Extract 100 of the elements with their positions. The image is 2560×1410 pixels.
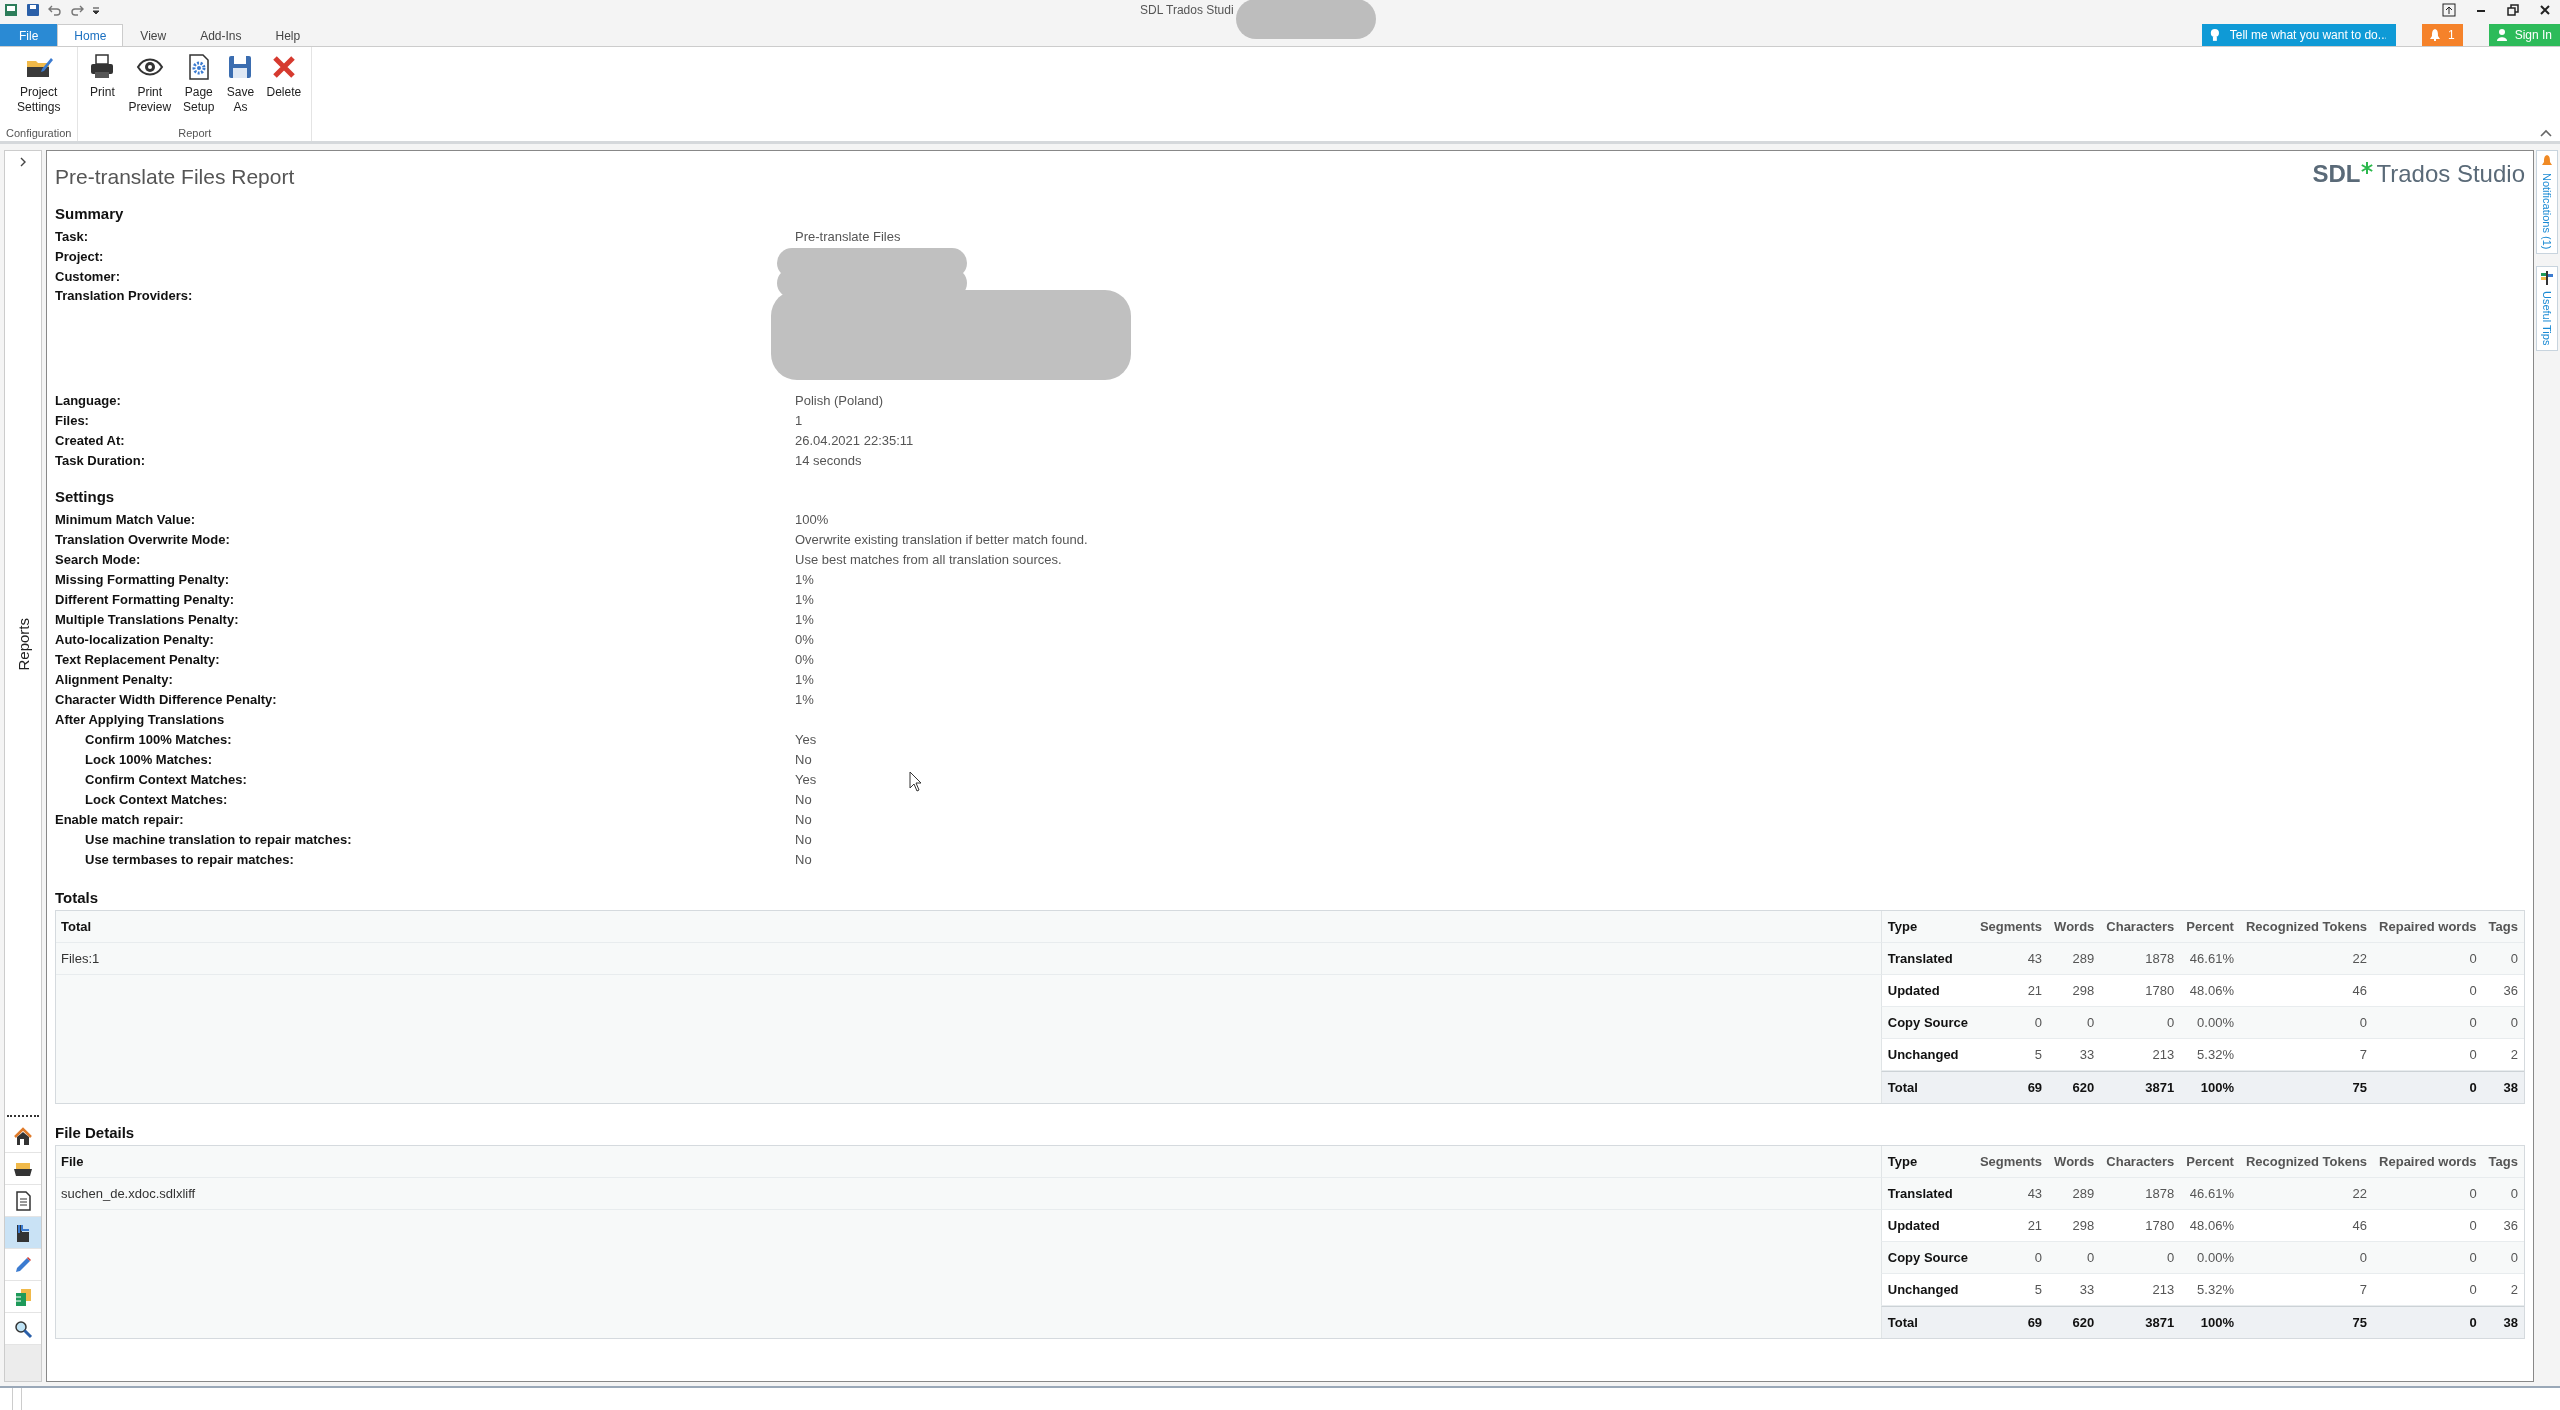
column-header: Type <box>1880 1146 1974 1178</box>
setting-label: Alignment Penalty: <box>55 671 174 687</box>
search-icon <box>13 1318 33 1339</box>
field-value: Polish (Poland) <box>795 392 884 408</box>
bell-icon <box>2542 155 2552 167</box>
side-tab[interactable]: Notifications (1) <box>2536 150 2558 255</box>
ribbon-button[interactable]: Delete <box>262 51 306 127</box>
collapse-ribbon-icon[interactable] <box>2540 129 2552 137</box>
setting-label: Use machine translation to repair matches: <box>84 831 353 847</box>
close-icon[interactable] <box>2538 3 2552 17</box>
redo-icon[interactable] <box>70 3 84 17</box>
expand-icon[interactable] <box>19 157 27 167</box>
setting-label: Multiple Translations Penalty: <box>55 611 240 627</box>
setting-label: Auto-localization Penalty: <box>55 631 215 647</box>
menu-tab[interactable]: Home <box>57 24 124 46</box>
field-value: 26.04.2021 22:35:11 <box>795 432 914 448</box>
menu-tab[interactable]: File <box>0 24 58 46</box>
table-cell: Copy Source <box>1880 1242 1974 1274</box>
table-cell: Translated <box>1880 1178 1974 1210</box>
setting-value: Use best matches from all translation sources. <box>795 551 1062 567</box>
undo-icon[interactable] <box>48 3 62 17</box>
setting-value: Overwrite existing translation if better match found. <box>795 531 1088 547</box>
bell-icon <box>2429 29 2440 41</box>
table-cell: 620 <box>2048 1306 2101 1338</box>
table-cell: Unchanged <box>1880 1274 1974 1306</box>
menu-tab[interactable]: View <box>123 24 184 46</box>
table-cell: 33 <box>2048 1039 2101 1071</box>
field-label: Customer: <box>55 268 121 284</box>
setting-value: No <box>795 851 812 867</box>
document-icon <box>13 1190 33 1211</box>
table-cell: 0 <box>2373 1306 2483 1338</box>
ribbon-button[interactable]: Save As <box>222 51 259 127</box>
nav-button[interactable] <box>5 1217 41 1249</box>
field-label: Created At: <box>55 432 126 448</box>
report-title: Pre-translate Files Report <box>55 165 295 189</box>
ribbon-button[interactable]: Project Settings <box>13 51 65 127</box>
ribbon-button[interactable]: Print <box>84 51 121 127</box>
table-cell: 5 <box>1973 1274 2049 1306</box>
table-cell: 0 <box>2373 1274 2483 1306</box>
table-cell: 5 <box>1973 1039 2049 1071</box>
tell-me-field[interactable]: Tell me what you want to do... <box>2201 24 2396 46</box>
table-cell: 33 <box>2048 1274 2101 1306</box>
setting-label: Different Formatting Penalty: <box>55 591 236 607</box>
menu-tab[interactable]: Add-Ins <box>183 24 259 46</box>
table-cell: 36 <box>2482 975 2524 1007</box>
table-cell: 46 <box>2239 1210 2374 1242</box>
section-heading: Settings <box>55 488 116 505</box>
save-icon[interactable] <box>26 3 40 17</box>
table-cell: 1780 <box>2100 1210 2181 1242</box>
ribbon-display-icon[interactable] <box>2442 3 2456 17</box>
table-cell: 1780 <box>2100 975 2181 1007</box>
table-cell: 5.32% <box>2180 1039 2240 1071</box>
table-cell: Translated <box>1880 943 1974 975</box>
field-value: Pre-translate Files <box>795 228 901 244</box>
asterisk-icon <box>2361 162 2374 174</box>
setting-label: Confirm 100% Matches: <box>84 731 233 747</box>
ribbon-group-label: Configuration <box>6 127 72 139</box>
app-icon[interactable] <box>4 3 18 17</box>
table-cell: 36 <box>2482 1210 2524 1242</box>
user-icon <box>2496 29 2507 41</box>
field-label: Translation Providers: <box>55 288 194 303</box>
sidebar-title: Reports <box>14 617 32 671</box>
side-tab[interactable]: Useful Tips <box>2536 266 2558 351</box>
table-cell: 48.06% <box>2180 1210 2240 1242</box>
setting-value: Yes <box>795 771 817 787</box>
table-cell: 298 <box>2048 975 2101 1007</box>
table-cell: 0 <box>2373 1039 2483 1071</box>
section-heading: File Details <box>55 1124 136 1141</box>
setting-label: Search Mode: <box>55 551 142 567</box>
section-heading: Summary <box>55 205 125 222</box>
field-value: 1 <box>795 412 803 428</box>
menu-tab[interactable]: Help <box>258 24 318 46</box>
field-label: Language: <box>55 392 122 408</box>
table-cell: 0 <box>2373 1210 2483 1242</box>
window-title: SDL Trados Studi <box>1140 3 1234 17</box>
ribbon-group-label: Report <box>178 127 212 139</box>
setting-label: Use termbases to repair matches: <box>84 851 295 867</box>
table-cell: 75 <box>2239 1306 2374 1338</box>
setting-value: 0% <box>795 631 814 647</box>
ribbon-button[interactable]: Page Setup <box>179 51 219 127</box>
setting-value: 1% <box>795 671 814 687</box>
table-cell: 7 <box>2239 1274 2374 1306</box>
setting-label: Text Replacement Penalty: <box>55 651 221 667</box>
table-cell: 100% <box>2180 1306 2240 1338</box>
table-cell: 69 <box>1973 1306 2049 1338</box>
table-cell: 3871 <box>2100 1071 2181 1103</box>
setting-value: No <box>795 751 812 767</box>
table-cell: Total <box>1880 1306 1974 1338</box>
house-icon <box>13 1126 33 1147</box>
table-cell: 69 <box>1973 1071 2049 1103</box>
table-cell: 0 <box>2373 1071 2483 1103</box>
table-cell: 75 <box>2239 1071 2374 1103</box>
table-cell: 5.32% <box>2180 1274 2240 1306</box>
field-label: Files: <box>55 412 90 428</box>
sidebar-footer <box>5 1345 41 1381</box>
setting-label: Confirm Context Matches: <box>84 771 248 787</box>
restore-icon[interactable] <box>2506 3 2520 17</box>
setting-label: After Applying Translations <box>55 711 226 727</box>
ribbon-button[interactable]: Print Preview <box>124 51 176 127</box>
field-value: 14 seconds <box>795 452 862 468</box>
